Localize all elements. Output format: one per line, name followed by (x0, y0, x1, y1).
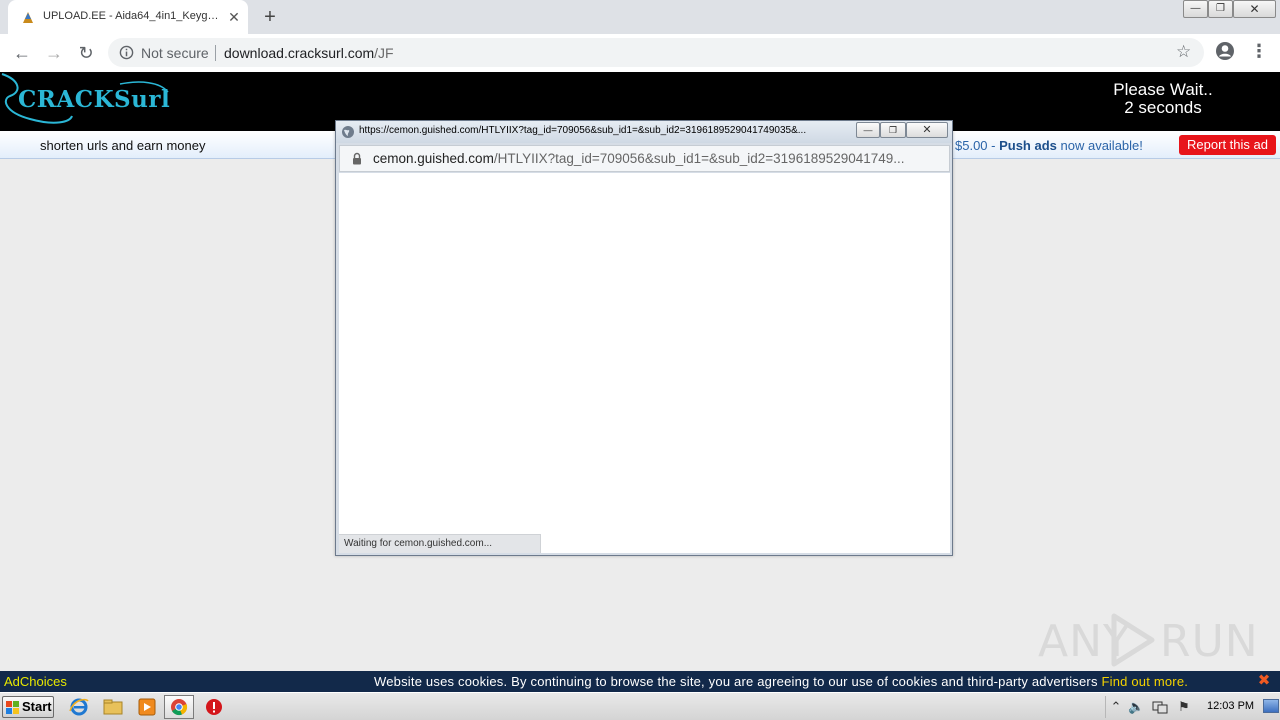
popup-maximize-button[interactable]: ❐ (880, 122, 906, 138)
wait-seconds: 2 seconds (1124, 98, 1202, 117)
anyrun-watermark: ANY RUN (1038, 612, 1258, 668)
browser-toolbar: ← → ↻ Not secure download.cracksurl.com/… (0, 34, 1280, 72)
window-minimize-button[interactable]: — (1183, 0, 1208, 18)
security-label[interactable]: Not secure (141, 45, 209, 61)
start-label: Start (22, 699, 52, 714)
window-maximize-button[interactable]: ❐ (1208, 0, 1233, 18)
popup-window: https://cemon.guished.com/HTLYIIX?tag_id… (335, 120, 953, 556)
url-host: download.cracksurl.com (224, 45, 375, 61)
opera-stop-icon[interactable] (203, 697, 225, 717)
action-center-flag-icon[interactable]: ⚑ (1176, 699, 1192, 715)
address-bar[interactable]: Not secure download.cracksurl.com/JF ☆ (108, 38, 1204, 67)
popup-address-bar[interactable]: cemon.guished.com/HTLYIIX?tag_id=709056&… (339, 145, 950, 172)
tab-title: UPLOAD.EE - Aida64_4in1_Keygen_ (43, 10, 221, 22)
address-separator (215, 45, 216, 61)
cookie-close-icon[interactable]: ✖ (1257, 673, 1271, 689)
start-button[interactable]: Start (2, 696, 54, 718)
tray-expand-icon[interactable]: ⌃ (1108, 699, 1124, 715)
window-close-button[interactable]: ✕ (1233, 0, 1276, 18)
network-icon[interactable] (1152, 699, 1168, 715)
promo-rest: now available! (1056, 138, 1143, 153)
tab-close-icon[interactable]: ✕ (226, 9, 242, 25)
promo-amount: $5.00 - (955, 138, 1000, 153)
tab-strip: UPLOAD.EE - Aida64_4in1_Keygen_ ✕ + — ❐ … (0, 0, 1280, 34)
lock-icon (353, 152, 361, 165)
bookmark-star-icon[interactable]: ☆ (1176, 42, 1191, 62)
file-explorer-icon[interactable] (102, 697, 124, 717)
cookie-message: Website uses cookies. By continuing to b… (374, 674, 1188, 689)
globe-icon (342, 126, 354, 138)
profile-avatar-icon[interactable] (1215, 41, 1235, 61)
windows-flag-icon (6, 701, 19, 714)
new-tab-button[interactable]: + (259, 6, 281, 28)
popup-title: https://cemon.guished.com/HTLYIIX?tag_id… (359, 125, 807, 136)
report-ad-button[interactable]: Report this ad (1179, 135, 1276, 155)
watermark-right: RUN (1160, 616, 1259, 667)
wait-countdown: Please Wait.. 2 seconds (1088, 81, 1238, 117)
logo-text: CRACKSurl (18, 86, 171, 113)
windows-taskbar: Start ⌃ 🔈 ⚑ 12:03 PM (0, 692, 1280, 720)
popup-content: Waiting for cemon.guished.com... (339, 173, 950, 553)
show-desktop-button[interactable] (1263, 699, 1279, 713)
info-icon[interactable] (119, 45, 134, 60)
popup-titlebar[interactable]: https://cemon.guished.com/HTLYIIX?tag_id… (336, 121, 952, 143)
internet-explorer-icon[interactable] (68, 697, 90, 717)
volume-icon[interactable]: 🔈 (1128, 699, 1144, 715)
url-path: /JF (374, 45, 394, 61)
chrome-icon (171, 699, 188, 716)
play-logo-icon (1111, 613, 1155, 667)
find-out-more-link[interactable]: Find out more. (1101, 674, 1188, 689)
cookie-bar: AdChoices Website uses cookies. By conti… (0, 671, 1280, 692)
address-url[interactable]: download.cracksurl.com/JF (224, 45, 394, 61)
browser-tab[interactable]: UPLOAD.EE - Aida64_4in1_Keygen_ ✕ (8, 0, 248, 34)
popup-status-bar: Waiting for cemon.guished.com... (339, 534, 541, 553)
system-tray: ⌃ 🔈 ⚑ 12:03 PM (1105, 696, 1280, 718)
popup-minimize-button[interactable]: — (856, 122, 880, 138)
site-tagline: shorten urls and earn money (40, 138, 206, 153)
back-arrow-icon[interactable]: ← (10, 42, 34, 64)
adchoices-link[interactable]: AdChoices (4, 674, 67, 689)
wait-message: Please Wait.. (1113, 80, 1213, 99)
taskbar-clock[interactable]: 12:03 PM (1207, 700, 1254, 712)
site-logo[interactable]: CRACKSurl (0, 72, 175, 131)
popup-url-path: /HTLYIIX?tag_id=709056&sub_id1=&sub_id2=… (493, 151, 905, 166)
popup-url[interactable]: cemon.guished.com/HTLYIIX?tag_id=709056&… (373, 151, 943, 166)
popup-close-button[interactable]: ✕ (906, 122, 948, 138)
reload-icon[interactable]: ↻ (74, 42, 98, 64)
promo-push-ads: Push ads (999, 138, 1057, 153)
media-player-icon[interactable] (136, 697, 158, 717)
forward-arrow-icon[interactable]: → (42, 42, 66, 64)
upload-favicon-icon (23, 12, 33, 23)
chrome-menu-icon[interactable]: ⋮ (1250, 42, 1268, 62)
chrome-taskbar-button[interactable] (164, 695, 194, 719)
cookie-message-text: Website uses cookies. By continuing to b… (374, 674, 1102, 689)
push-ads-promo[interactable]: $5.00 - Push ads now available! (955, 138, 1143, 153)
popup-url-host: cemon.guished.com (373, 151, 494, 166)
